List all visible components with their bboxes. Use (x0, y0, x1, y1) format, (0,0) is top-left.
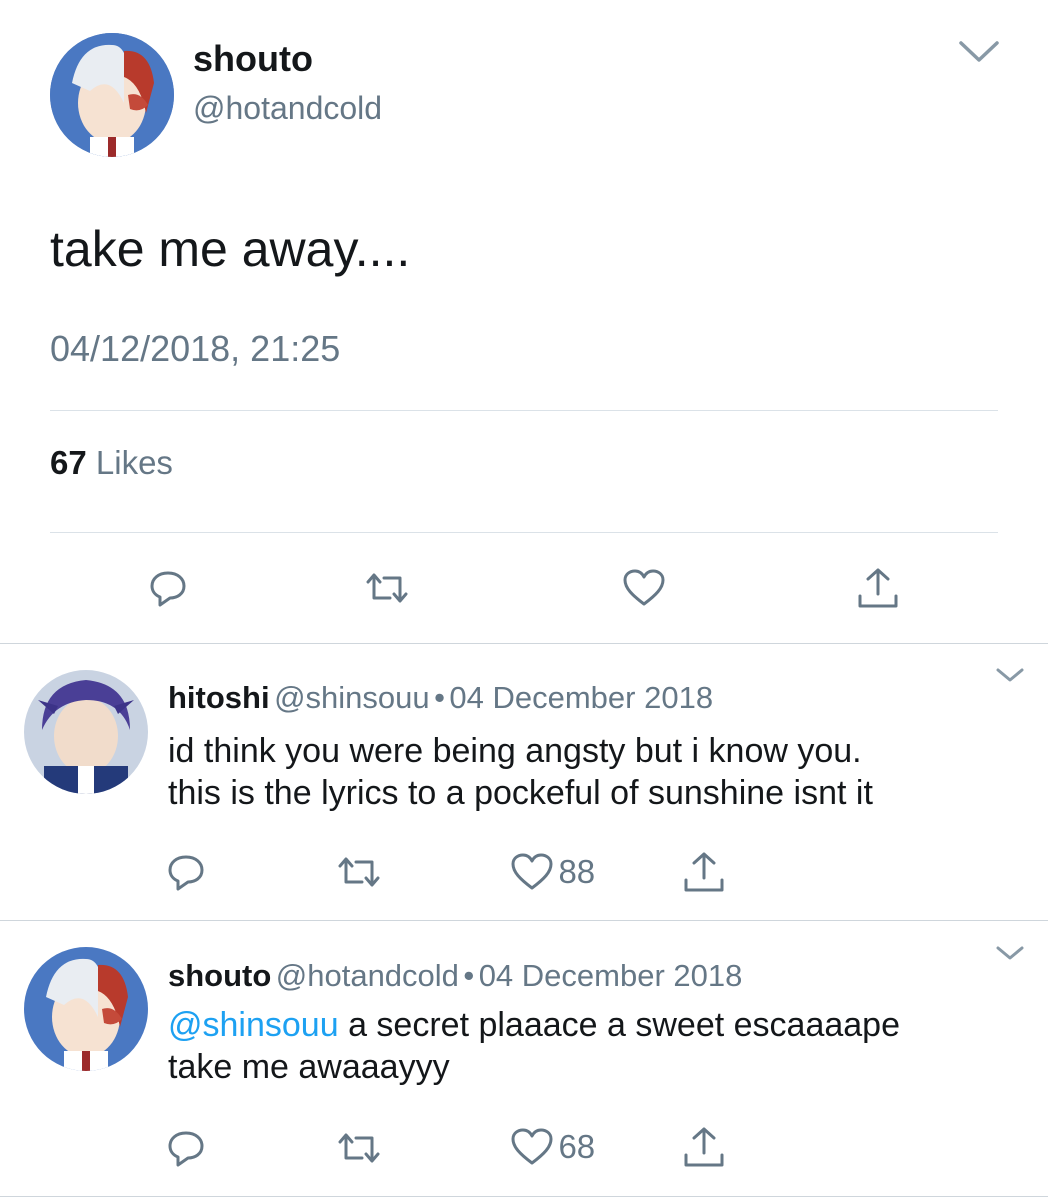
share-icon[interactable] (682, 1125, 726, 1174)
like-button[interactable]: 68 (510, 1127, 595, 1167)
avatar-image (24, 670, 148, 794)
reply-icon[interactable] (166, 1128, 206, 1173)
like-count: 88 (558, 853, 596, 890)
chevron-down-icon[interactable] (958, 38, 1000, 71)
author-name[interactable]: shouto (168, 958, 271, 993)
likes-count[interactable]: 67 Likes (50, 444, 173, 482)
heart-icon (511, 853, 553, 890)
chevron-down-icon[interactable] (995, 666, 1025, 689)
reply-header: shouto @hotandcold • 04 December 2018 (168, 958, 742, 994)
reply-text-line: @shinsouu a secret plaaace a sweet escaa… (168, 1004, 1028, 1046)
separator-dot: • (463, 958, 475, 993)
author-name[interactable]: hitoshi (168, 680, 270, 715)
divider (50, 532, 998, 533)
reply-text-line: this is the lyrics to a pockeful of suns… (168, 774, 873, 812)
reply-header: hitoshi @shinsouu • 04 December 2018 (168, 680, 713, 716)
tweet-text: take me away.... (50, 221, 411, 277)
avatar-image (50, 33, 174, 157)
avatar[interactable] (50, 33, 174, 157)
retweet-icon[interactable] (334, 1130, 384, 1171)
mention-link[interactable]: @shinsouu (168, 1006, 339, 1044)
chevron-down-icon[interactable] (995, 944, 1025, 967)
author-handle[interactable]: @hotandcold (193, 90, 382, 127)
reply-text-segment: a secret plaaace a sweet escaaaape (338, 1006, 900, 1044)
divider (0, 643, 1048, 644)
reply-icon[interactable] (148, 568, 188, 613)
separator-dot: • (434, 680, 445, 715)
reply-text: @shinsouu a secret plaaace a sweet escaa… (168, 1004, 1028, 1088)
likes-label: Likes (95, 444, 173, 481)
reply-text: id think you were being angsty but i kno… (168, 730, 1028, 814)
share-icon[interactable] (856, 566, 900, 615)
share-icon[interactable] (682, 850, 726, 899)
avatar[interactable] (24, 670, 148, 794)
tweet-timestamp: 04/12/2018, 21:25 (50, 328, 341, 369)
author-handle[interactable]: @hotandcold (276, 958, 459, 993)
reply-date: 04 December 2018 (478, 958, 743, 993)
reply-text-line: id think you were being angsty but i kno… (168, 732, 862, 770)
reply-date: 04 December 2018 (449, 680, 714, 715)
divider (0, 1196, 1048, 1197)
avatar[interactable] (24, 947, 148, 1071)
avatar-image (24, 947, 148, 1071)
reply-icon[interactable] (166, 852, 206, 897)
divider (50, 410, 998, 411)
heart-icon (511, 1128, 553, 1165)
retweet-icon[interactable] (334, 854, 384, 895)
author-name[interactable]: shouto (193, 38, 313, 80)
likes-number: 67 (50, 444, 87, 481)
retweet-icon[interactable] (362, 570, 412, 611)
like-button[interactable]: 88 (510, 852, 595, 892)
author-handle[interactable]: @shinsouu (274, 680, 430, 715)
divider (0, 920, 1048, 921)
heart-icon[interactable] (622, 568, 666, 613)
reply-text-line: take me awaaayyy (168, 1048, 450, 1086)
like-count: 68 (558, 1128, 596, 1165)
